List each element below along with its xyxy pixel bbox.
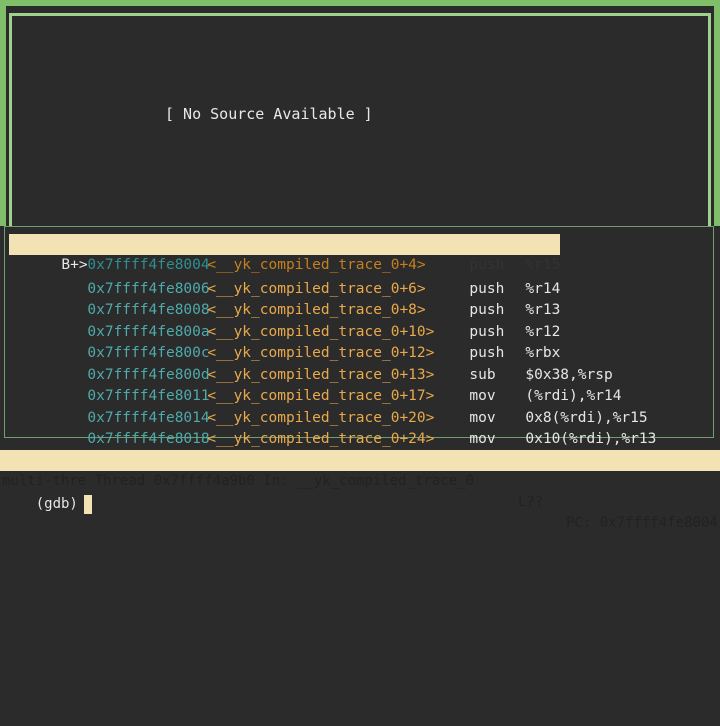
asm-mnemonic: mov	[469, 431, 496, 447]
asm-line[interactable]: 0x7ffff4fe8014<__yk_compiled_trace_0+20>…	[9, 387, 647, 426]
asm-line[interactable]: 0x7ffff4fe800d<__yk_compiled_trace_0+13>…	[9, 344, 612, 383]
asm-line-current[interactable]: B+>0x7ffff4fe8004<__yk_compiled_trace_0+…	[9, 234, 561, 276]
no-source-message: [ No Source Available ]	[165, 105, 373, 123]
status-bar: multi-thre Thread 0x7ffff4a9b0 In: __yk_…	[0, 450, 720, 531]
text-cursor[interactable]	[83, 494, 92, 514]
command-line[interactable]: (gdb)	[2, 473, 92, 514]
gdb-tui-terminal: [ No Source Available ] B+>0x7ffff4fe800…	[0, 0, 720, 726]
status-pc: PC: 0x7ffff4fe8004	[566, 515, 718, 531]
asm-symbol: <__yk_compiled_trace_0+24>	[207, 431, 435, 447]
asm-line[interactable]: 0x7ffff4fe8006<__yk_compiled_trace_0+6> p…	[9, 258, 560, 297]
asm-line[interactable]: 0x7ffff4fe800a<__yk_compiled_trace_0+10>…	[9, 301, 560, 340]
status-line-number: L??	[518, 494, 544, 510]
asm-line[interactable]: 0x7ffff4fe8011<__yk_compiled_trace_0+17>…	[9, 365, 621, 404]
asm-line[interactable]: 0x7ffff4fe8018<__yk_compiled_trace_0+24>…	[9, 408, 656, 447]
gdb-prompt: (gdb)	[35, 496, 78, 512]
asm-line[interactable]: 0x7ffff4fe8008<__yk_compiled_trace_0+8> p…	[9, 279, 560, 318]
asm-address: 0x7ffff4fe8018	[87, 431, 210, 447]
asm-line[interactable]: 0x7ffff4fe800c<__yk_compiled_trace_0+12>…	[9, 322, 560, 361]
asm-operands: 0x10(%rdi),%r13	[525, 431, 657, 447]
source-window: [ No Source Available ]	[0, 0, 720, 226]
assembly-window[interactable]: B+>0x7ffff4fe8004<__yk_compiled_trace_0+…	[4, 226, 714, 447]
